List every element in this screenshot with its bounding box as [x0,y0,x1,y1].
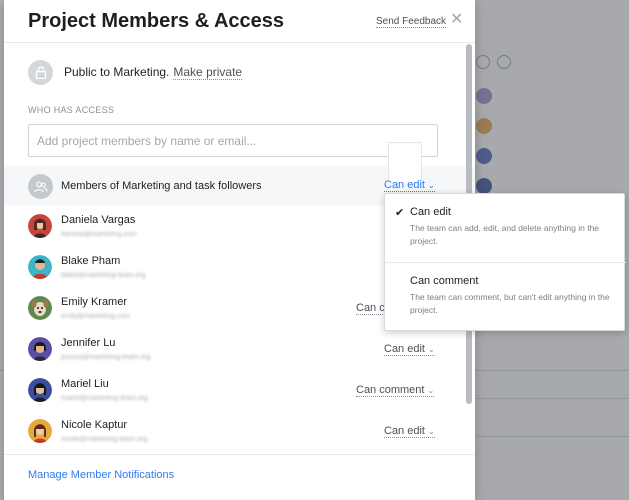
chevron-down-icon: ⌄ [427,386,435,395]
member-name: Blake Pham [61,255,121,267]
member-permission-dropdown[interactable]: Can edit ⌄ [384,425,435,438]
member-permission-dropdown[interactable]: Can comment ⌄ [356,384,435,397]
checkmark-icon: ✔ [395,207,405,219]
member-name: Daniela Vargas [61,214,136,226]
header-divider [4,42,475,43]
permission-label: Can comment [356,384,425,396]
member-email: mariel@marketing-team.org [61,395,148,402]
send-feedback-link[interactable]: Send Feedback [376,16,447,28]
footer-divider [4,454,475,455]
member-email: jessica@marketing-team.org [61,354,151,361]
member-name: Jennifer Lu [61,337,116,349]
member-name: Emily Kramer [61,296,128,308]
close-icon[interactable]: ✕ [450,12,463,28]
avatar [28,378,52,402]
member-row: Nicole Kaptur nicole@marketing-team.org … [4,417,475,458]
permission-label: Can c [356,302,385,314]
member-email: nicole@marketing-team.org [61,436,148,443]
member-row: Jennifer Lu jessica@marketing-team.org C… [4,335,475,376]
option-can-comment[interactable]: Can comment The team can comment, but ca… [385,275,626,327]
team-label: Members of Marketing and task followers [61,180,262,192]
permission-label: Can edit [384,425,425,437]
manage-notifications-link[interactable]: Manage Member Notifications [28,469,174,481]
avatar [28,419,52,443]
dropdown-anchor [388,142,422,182]
member-email: emily@marketing.com [61,313,131,320]
member-email: daniela@marketing.com [61,231,137,238]
member-email: blake@marketing-team.org [61,272,146,279]
option-title: Can edit [410,206,451,218]
add-members-input[interactable] [28,124,438,157]
member-permission-dropdown[interactable]: Can edit ⌄ [384,343,435,356]
avatar [28,255,52,279]
chevron-down-icon: ⌄ [427,181,435,190]
privacy-status: Public to Marketing. [64,65,170,79]
avatar [28,337,52,361]
make-private-link[interactable]: Make private [173,65,243,80]
option-can-edit[interactable]: ✔ Can edit The team can add, edit, and d… [385,206,626,258]
avatar [28,214,52,238]
member-row: Mariel Liu mariel@marketing-team.org Can… [4,376,475,417]
chevron-down-icon: ⌄ [427,427,435,436]
dropdown-divider [385,262,626,263]
member-name: Nicole Kaptur [61,419,128,431]
member-permission-dropdown[interactable]: Can c [356,302,385,315]
lock-icon [28,59,53,85]
permission-label: Can edit [384,179,425,191]
permission-label: Can edit [384,343,425,355]
who-has-access-label: WHO HAS ACCESS [28,105,115,115]
member-name: Mariel Liu [61,378,109,390]
privacy-row: Public to Marketing. Make private [28,59,243,85]
chevron-down-icon: ⌄ [427,345,435,354]
modal-title: Project Members & Access [28,10,285,32]
option-description: The team can add, edit, and delete anyth… [410,223,600,246]
avatar [28,296,52,320]
team-icon [28,174,53,199]
permission-dropdown-menu: ✔ Can edit The team can add, edit, and d… [384,193,626,331]
option-description: The team can comment, but can't edit any… [410,292,610,315]
option-title: Can comment [410,275,479,287]
team-permission-dropdown[interactable]: Can edit ⌄ [384,179,435,192]
